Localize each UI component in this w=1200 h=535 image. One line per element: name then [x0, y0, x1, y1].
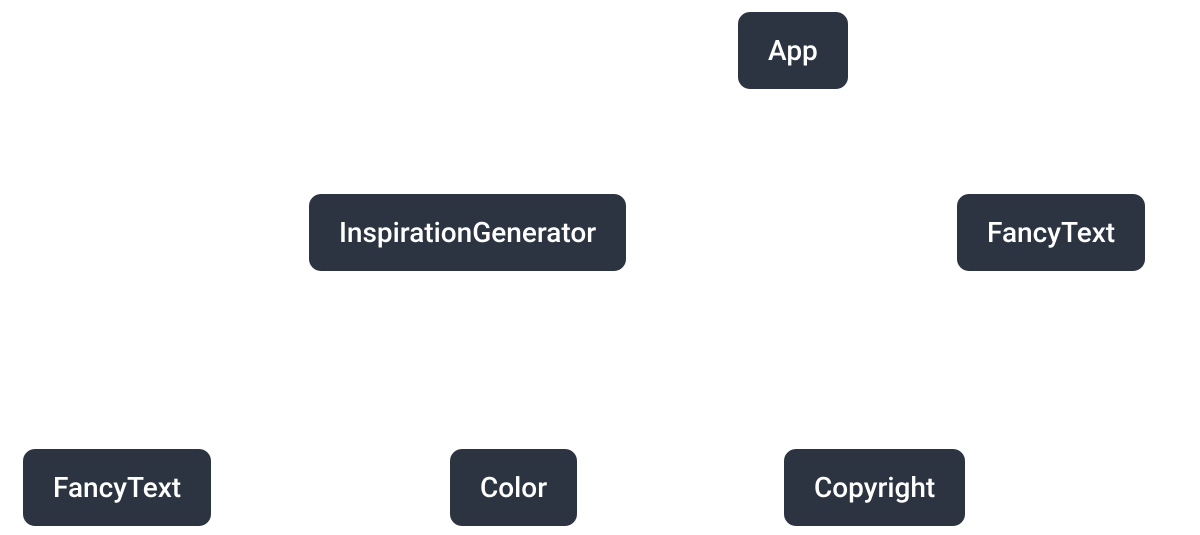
- node-label: FancyText: [53, 471, 181, 504]
- edge-label-app-fancytext: renders: [865, 109, 940, 134]
- node-label: Color: [480, 471, 547, 504]
- node-label: FancyText: [987, 216, 1115, 249]
- edge-label-inspiration-copyright: renders: [670, 300, 745, 325]
- edge-label-inspiration-fancytext: renders?: [180, 300, 266, 325]
- node-fancy-text-top: FancyText: [955, 192, 1147, 273]
- node-label: Copyright: [814, 471, 935, 504]
- node-app: App: [736, 10, 850, 91]
- node-label: InspirationGenerator: [339, 216, 596, 249]
- edge-label-inspiration-color: renders?: [390, 300, 476, 325]
- node-color: Color: [448, 447, 579, 528]
- node-label: App: [768, 34, 818, 67]
- edge-label-app-inspiration: renders: [597, 109, 672, 134]
- node-fancy-text-bottom: FancyText: [21, 447, 213, 528]
- node-copyright: Copyright: [782, 447, 967, 528]
- node-inspiration-generator: InspirationGenerator: [307, 192, 628, 273]
